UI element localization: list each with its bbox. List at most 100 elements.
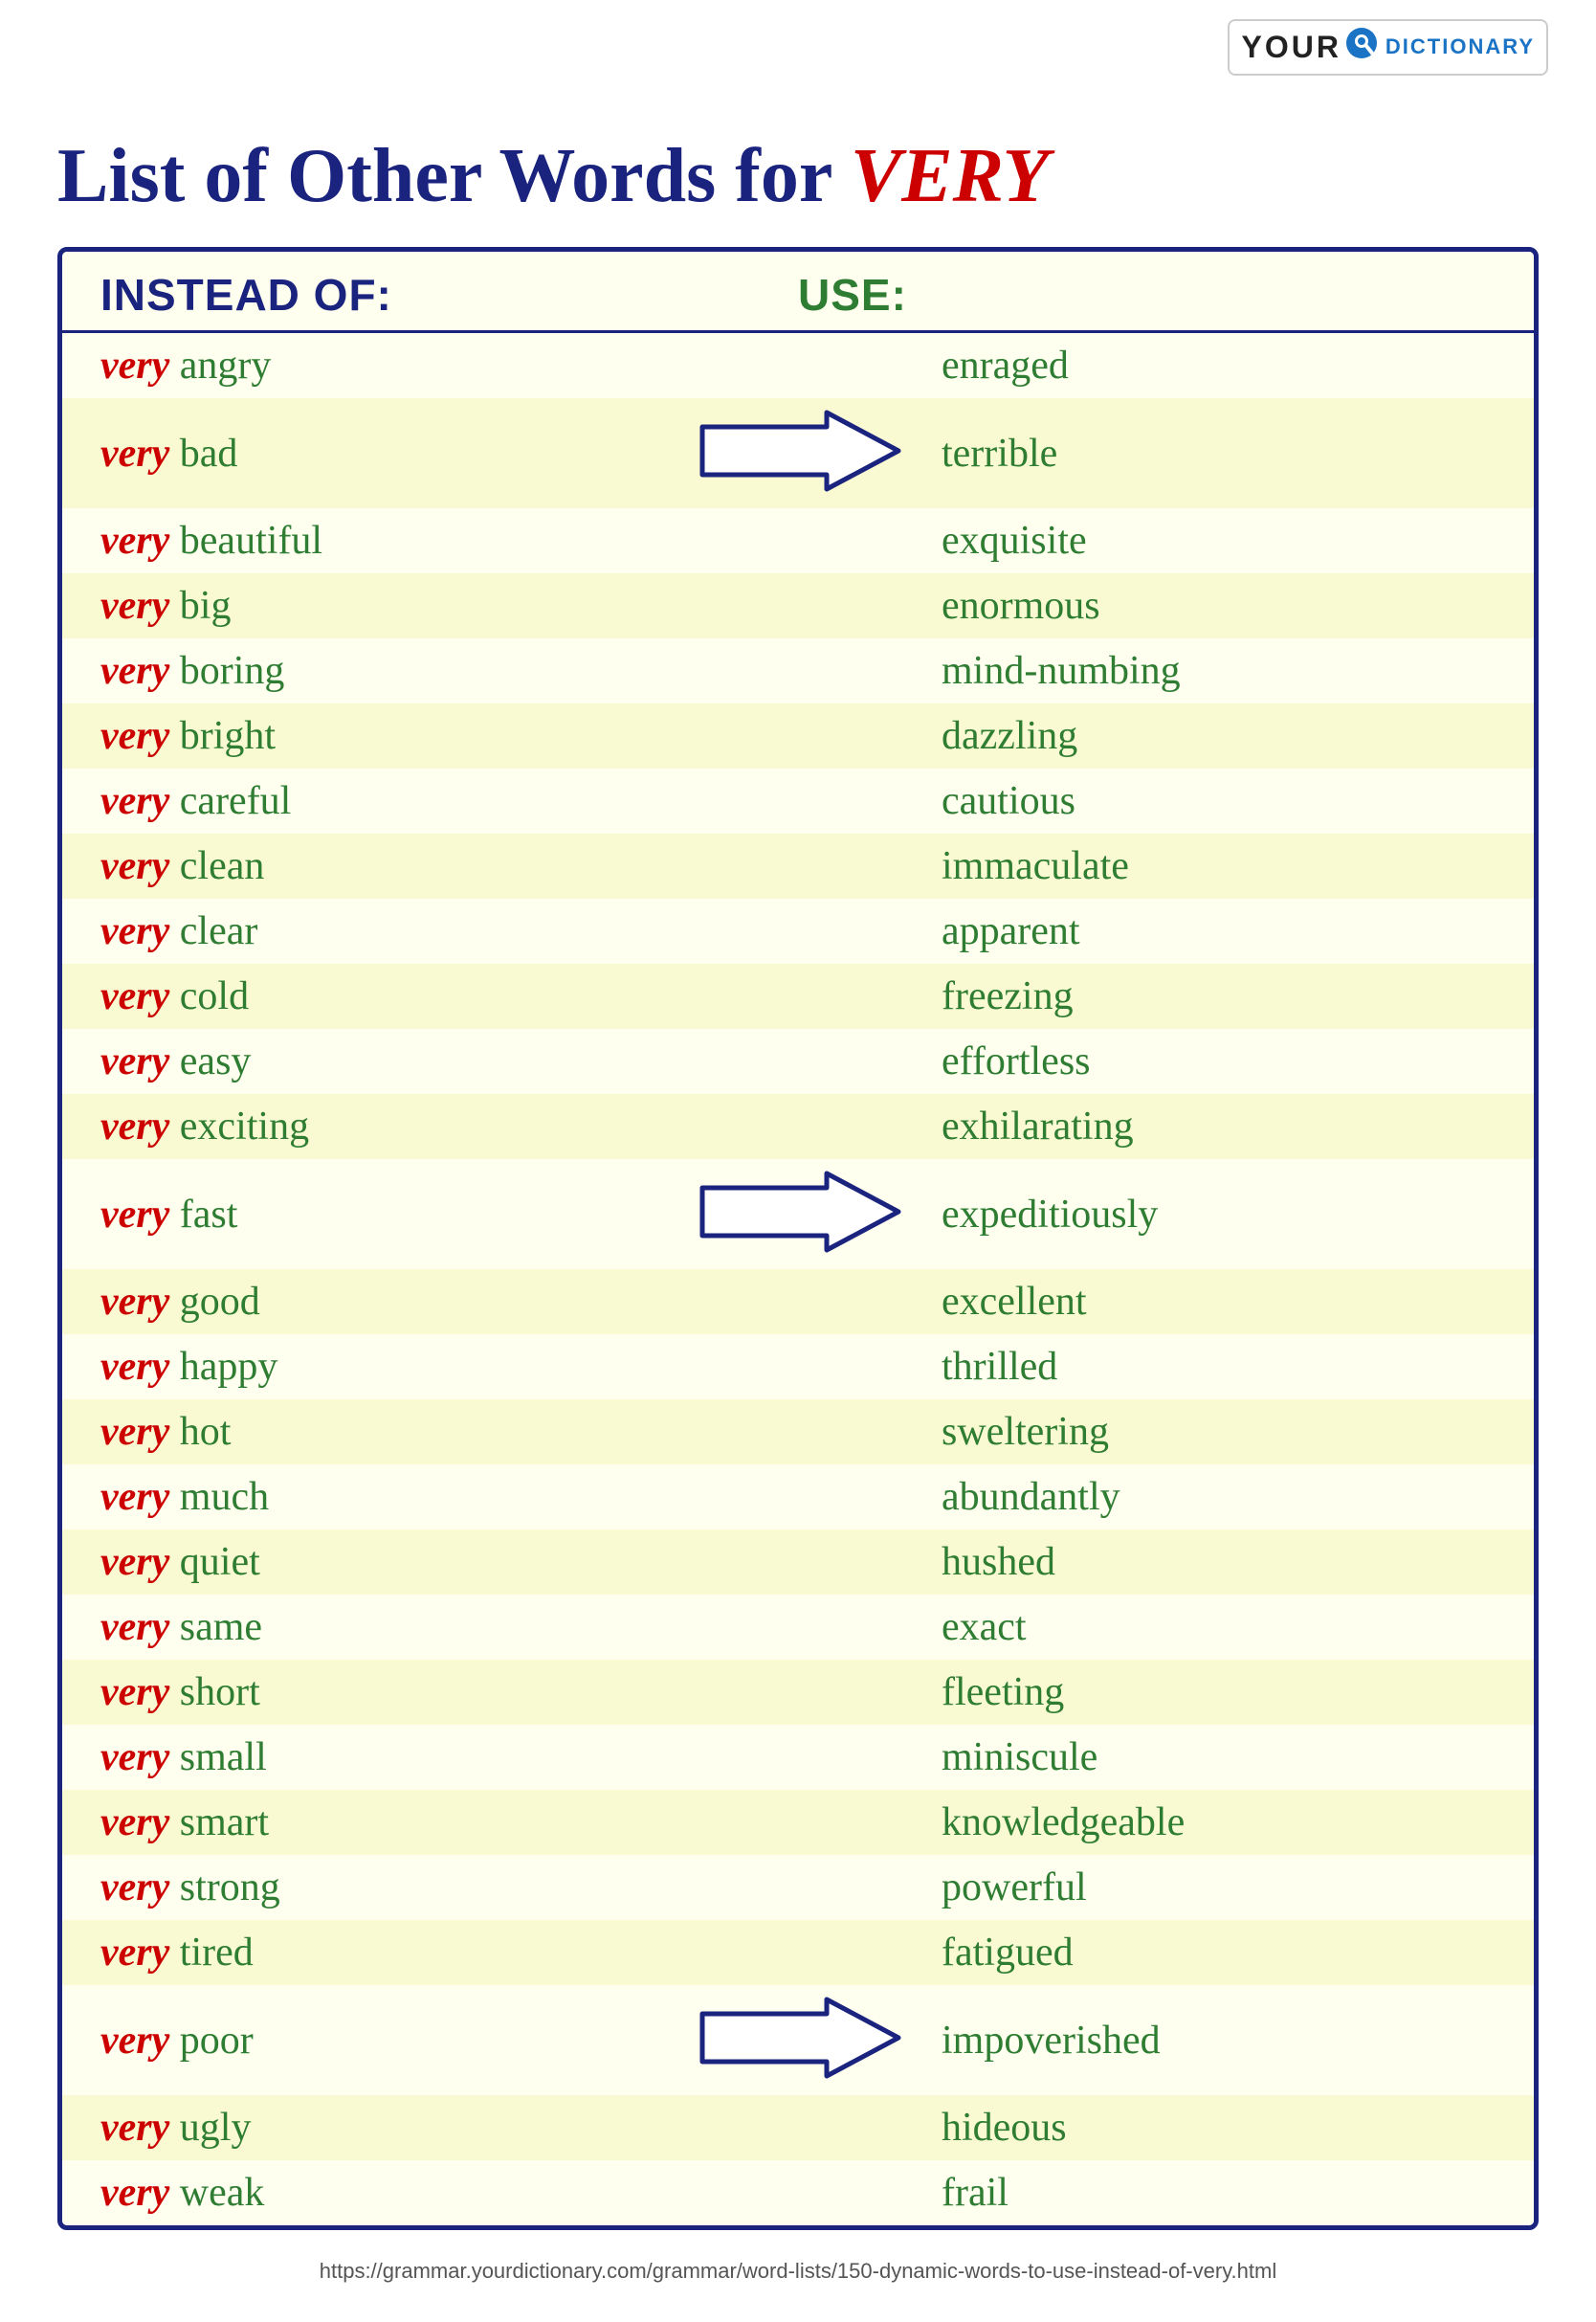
word-label: tired [180, 1931, 254, 1975]
word-label: cold [180, 974, 249, 1018]
very-label: very [100, 909, 169, 953]
word-label: ugly [180, 2106, 252, 2150]
logo-icon [1345, 27, 1382, 68]
instead-word: very exciting [100, 1104, 654, 1150]
table-row: very sameexact [62, 1595, 1534, 1660]
arrow-icon [693, 408, 903, 499]
instead-word: very clear [100, 908, 654, 954]
word-label: strong [180, 1865, 280, 1909]
word-label: easy [180, 1039, 252, 1083]
very-label: very [100, 714, 169, 758]
use-word: thrilled [942, 1344, 1496, 1390]
very-label: very [100, 2106, 169, 2150]
use-word: hideous [942, 2105, 1496, 2151]
use-word: exhilarating [942, 1104, 1496, 1150]
instead-word: very easy [100, 1038, 654, 1084]
instead-word: very cold [100, 973, 654, 1019]
table-row: very muchabundantly [62, 1464, 1534, 1529]
word-label: careful [180, 779, 292, 823]
very-label: very [100, 844, 169, 888]
arrow-icon [693, 1169, 903, 1260]
word-label: weak [180, 2171, 265, 2215]
main-title: List of Other Words for VERY [57, 134, 1539, 218]
very-label: very [100, 1670, 169, 1714]
instead-word: very poor [100, 2018, 654, 2064]
very-label: very [100, 1105, 169, 1149]
word-label: smart [180, 1800, 269, 1844]
very-label: very [100, 1800, 169, 1844]
instead-word: very big [100, 583, 654, 629]
instead-word: very fast [100, 1192, 654, 1238]
use-word: effortless [942, 1038, 1496, 1084]
very-label: very [100, 974, 169, 1018]
use-word: hushed [942, 1539, 1496, 1585]
header-use: USE: [798, 269, 1496, 321]
arrow-area [654, 408, 942, 499]
instead-word: very hot [100, 1409, 654, 1455]
instead-word: very clean [100, 843, 654, 889]
instead-word: very short [100, 1669, 654, 1715]
table-row: very bad terrible [62, 398, 1534, 508]
very-label: very [100, 1280, 169, 1324]
use-word: enraged [942, 343, 1496, 389]
very-label: very [100, 1605, 169, 1649]
instead-word: very smart [100, 1799, 654, 1845]
very-label: very [100, 649, 169, 693]
table-row: very clean immaculate [62, 834, 1534, 899]
table-row: very careful cautious [62, 769, 1534, 834]
table-header: INSTEAD OF: USE: [62, 252, 1534, 333]
instead-word: very boring [100, 648, 654, 694]
very-label: very [100, 519, 169, 563]
very-label: very [100, 1410, 169, 1454]
instead-word: very tired [100, 1930, 654, 1976]
word-label: bright [180, 714, 276, 758]
instead-word: very happy [100, 1344, 654, 1390]
use-word: terrible [942, 431, 1496, 477]
word-label: bad [180, 432, 238, 476]
table-row: very shortfleeting [62, 1660, 1534, 1725]
table-row: very bigenormous [62, 573, 1534, 638]
very-label: very [100, 584, 169, 628]
arrow-area [654, 1995, 942, 2086]
use-word: cautious [942, 778, 1496, 824]
table-row: very easy effortless [62, 1029, 1534, 1094]
table-row: very strongpowerful [62, 1855, 1534, 1920]
use-word: exquisite [942, 518, 1496, 564]
very-label: very [100, 1735, 169, 1779]
very-label: very [100, 1931, 169, 1975]
very-label: very [100, 1865, 169, 1909]
word-label: clear [180, 909, 258, 953]
table-row: very clear apparent [62, 899, 1534, 964]
table-row: very poor impoverished [62, 1985, 1534, 2095]
use-word: immaculate [942, 843, 1496, 889]
logo-your-text: YOUR [1241, 30, 1341, 65]
word-label: poor [180, 2019, 254, 2063]
logo-box: YOUR DICTIONARY [1228, 19, 1548, 76]
instead-word: very small [100, 1734, 654, 1780]
instead-word: very ugly [100, 2105, 654, 2151]
footer-url: https://grammar.yourdictionary.com/gramm… [57, 2259, 1539, 2284]
table-row: very coldfreezing [62, 964, 1534, 1029]
instead-word: very quiet [100, 1539, 654, 1585]
instead-word: very angry [100, 343, 654, 389]
word-table: INSTEAD OF: USE: very angry enraged very b… [57, 247, 1539, 2230]
use-word: knowledgeable [942, 1799, 1496, 1845]
word-label: same [180, 1605, 262, 1649]
table-row: very weakfrail [62, 2160, 1534, 2225]
use-word: impoverished [942, 2018, 1496, 2064]
word-label: angry [180, 344, 272, 388]
arrow-icon [693, 1995, 903, 2086]
word-label: much [180, 1475, 269, 1519]
word-label: good [180, 1280, 260, 1324]
word-label: short [180, 1670, 260, 1714]
use-word: miniscule [942, 1734, 1496, 1780]
instead-word: very much [100, 1474, 654, 1520]
word-label: hot [180, 1410, 232, 1454]
very-label: very [100, 1475, 169, 1519]
word-label: happy [180, 1345, 278, 1389]
very-label: very [100, 779, 169, 823]
use-word: fatigued [942, 1930, 1496, 1976]
instead-word: very good [100, 1279, 654, 1325]
use-word: apparent [942, 908, 1496, 954]
table-row: very hotsweltering [62, 1399, 1534, 1464]
